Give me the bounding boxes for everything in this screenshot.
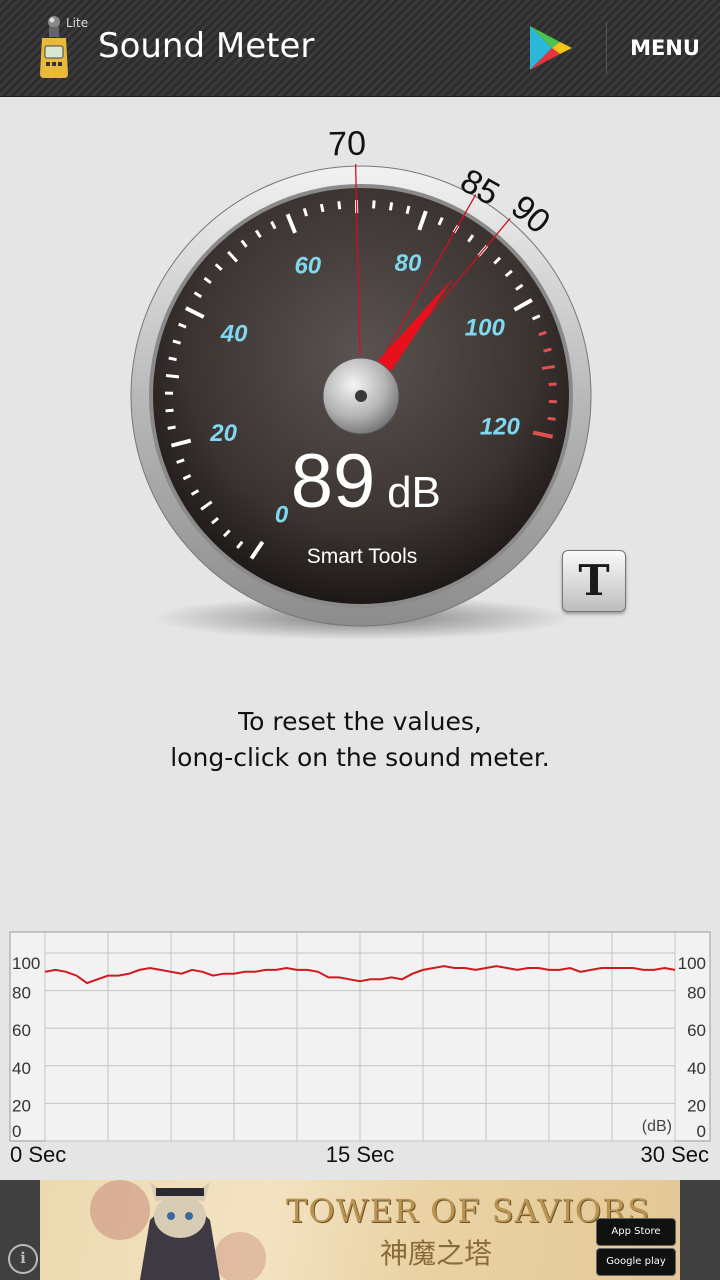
gauge-tick <box>388 202 394 211</box>
reset-hint-line-1: To reset the values, <box>238 707 482 736</box>
x-label-start: 0 Sec <box>10 1142 66 1167</box>
gauge-tick <box>337 201 342 210</box>
ad-banner-container: i TOWER OF SAVIORS 神魔之塔 App Store Google… <box>0 1180 720 1280</box>
chart-y-tick-label: 40 <box>687 1059 706 1078</box>
gauge-tick <box>547 416 556 421</box>
text-mode-button[interactable]: T <box>562 550 626 612</box>
gauge-tick <box>165 408 174 413</box>
google-play-badge[interactable]: Google play <box>596 1248 676 1276</box>
chart-y-tick-label: 100 <box>12 954 40 973</box>
google-play-icon[interactable] <box>524 22 576 74</box>
gauge-scale-label: 40 <box>220 320 248 347</box>
gauge-tick <box>319 203 325 213</box>
gauge-tick <box>405 205 411 215</box>
x-label-mid: 15 Sec <box>326 1142 395 1167</box>
gauge-tick <box>372 200 376 209</box>
chart-y-tick-label: 60 <box>687 1021 706 1040</box>
chart-y-tick-label: 0 <box>697 1122 706 1141</box>
action-bar: Lite Sound Meter MENU <box>0 0 720 97</box>
gauge-scale-label: 120 <box>480 414 521 441</box>
gauge-scale-label: 80 <box>395 250 422 277</box>
chart-y-tick-label: 60 <box>12 1021 31 1040</box>
ad-info-icon[interactable]: i <box>8 1244 38 1274</box>
chart-y-tick-label: 20 <box>687 1096 706 1115</box>
x-label-end: 30 Sec <box>641 1142 710 1167</box>
chart-y-tick-label: 20 <box>12 1096 31 1115</box>
chart-unit-label: (dB) <box>642 1118 672 1135</box>
chart-y-tick-label: 100 <box>678 954 706 973</box>
reset-hint: To reset the values, long-click on the s… <box>0 704 720 776</box>
reset-hint-line-2: long-click on the sound meter. <box>170 743 550 772</box>
app-store-badge[interactable]: App Store <box>596 1218 676 1246</box>
toolbar-divider <box>606 22 607 74</box>
gauge-tick <box>541 364 555 370</box>
gauge-marker-label: 70 <box>328 125 367 164</box>
ad-banner[interactable]: TOWER OF SAVIORS 神魔之塔 App Store Google p… <box>40 1180 680 1280</box>
chart-y-tick-label: 80 <box>12 984 31 1003</box>
gauge-hub-center <box>355 390 367 402</box>
ad-character-illustration <box>90 1180 266 1280</box>
gauge-tick <box>543 347 552 353</box>
gauge-scale-label: 60 <box>294 252 321 279</box>
gauge-scale-label: 100 <box>465 314 506 341</box>
gauge-scale-label: 20 <box>209 420 237 447</box>
lite-badge: Lite <box>66 16 89 30</box>
gauge-tick <box>168 356 177 362</box>
chart-y-tick-label: 40 <box>12 1059 31 1078</box>
db-reading: 89 <box>291 439 376 524</box>
menu-button[interactable]: MENU <box>610 24 720 72</box>
ad-subtitle: 神魔之塔 <box>380 1237 493 1270</box>
chart-y-tick-label: 0 <box>12 1122 21 1141</box>
gauge-tick <box>165 374 180 379</box>
chart-y-tick-label: 80 <box>687 984 706 1003</box>
brand-label: Smart Tools <box>307 545 418 568</box>
db-unit: dB <box>387 468 441 517</box>
gauge-tick <box>167 425 176 430</box>
gauge-scale-label: 0 <box>275 502 289 529</box>
app-title: Sound Meter <box>98 26 315 66</box>
sound-history-chart: 0 0 20 20 40 40 60 60 80 80 100 100 (dB) 0 Sec 15 S… <box>9 931 711 1167</box>
